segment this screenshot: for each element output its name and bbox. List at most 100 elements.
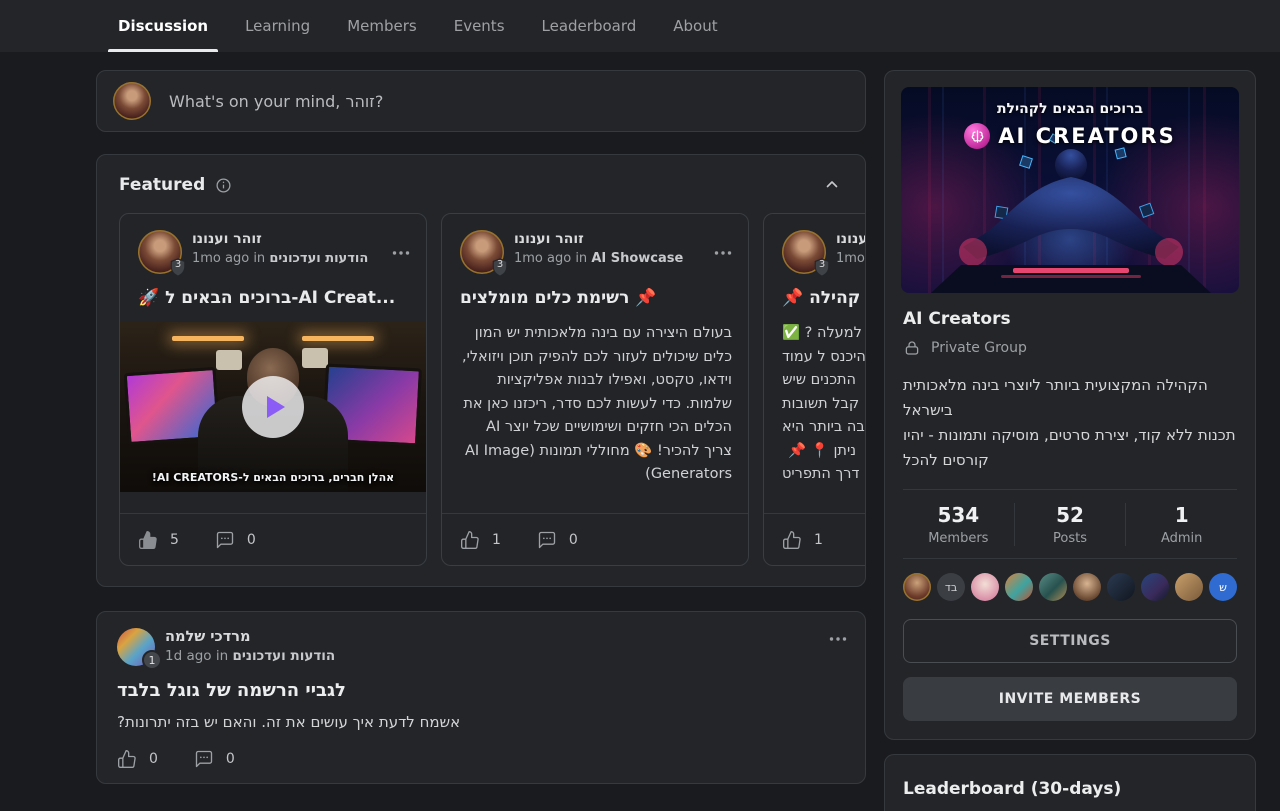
author-avatar[interactable]: 3	[460, 230, 504, 274]
post-body: אשמח לדעת איך עושים את זה. והאם יש בזה י…	[117, 713, 845, 731]
banner-welcome-text: ברוכים הבאים לקהילת	[901, 101, 1239, 117]
space-tab-bar: Discussion Learning Members Events Leade…	[0, 0, 1280, 52]
composer-prompt: What's on your mind, זוהר?	[169, 92, 383, 111]
author-name[interactable]: זוהר וענונו	[192, 230, 368, 249]
video-thumbnail[interactable]: אהלן חברים, ברוכים הבאים ל-AI CREATORS!	[120, 322, 426, 492]
comment-button[interactable]: 0	[215, 530, 256, 550]
stat-members[interactable]: 534 Members	[903, 503, 1014, 546]
chevron-up-icon[interactable]	[823, 176, 841, 194]
like-count: 1	[492, 532, 501, 548]
settings-button[interactable]: SETTINGS	[903, 619, 1237, 663]
post-snippet: בעולם היצירה עם בינה מלאכותית יש המון כל…	[458, 322, 732, 487]
member-avatar[interactable]	[1039, 573, 1067, 601]
tab-members[interactable]: Members	[345, 0, 419, 52]
like-button[interactable]: 1	[460, 530, 501, 550]
group-description: הקהילה המקצועית ביותר ליוצרי בינה מלאכות…	[903, 373, 1237, 473]
info-icon[interactable]	[215, 177, 232, 194]
featured-card-welcome: 3 זוהר וענונו 1mo ago in הודעות ועדכונים…	[119, 213, 427, 566]
post-meta: 1mo	[836, 249, 866, 268]
brain-logo-icon	[964, 123, 990, 149]
thumbs-up-icon	[782, 530, 802, 550]
level-badge: 3	[491, 258, 509, 277]
level-badge: 3	[169, 258, 187, 277]
post-meta: 1d ago in הודעות ועדכונים	[165, 647, 335, 666]
thumbs-up-icon	[138, 530, 158, 550]
comment-count: 0	[569, 532, 578, 548]
studio-light	[172, 336, 244, 341]
stat-posts[interactable]: 52 Posts	[1014, 503, 1126, 546]
current-user-avatar[interactable]	[113, 82, 151, 120]
like-count: 5	[170, 532, 179, 548]
tab-leaderboard[interactable]: Leaderboard	[540, 0, 639, 52]
member-avatar[interactable]	[1175, 573, 1203, 601]
author-name[interactable]: מרדכי שלמה	[165, 628, 335, 647]
post-menu-icon[interactable]	[714, 232, 732, 274]
like-button[interactable]: 5	[138, 530, 179, 550]
post-title[interactable]: 📌 רשימת כלים מומלצים	[460, 286, 730, 310]
comment-button[interactable]: 0	[194, 749, 235, 769]
level-badge: 3	[813, 258, 831, 277]
member-avatar[interactable]	[1073, 573, 1101, 601]
video-caption: אהלן חברים, ברוכים הבאים ל-AI CREATORS!	[120, 471, 426, 484]
banner-brand-text: AI CREATORS	[998, 124, 1175, 148]
featured-title: Featured	[119, 175, 205, 195]
speaker	[216, 350, 242, 370]
comment-button[interactable]: 0	[537, 530, 578, 550]
tab-events[interactable]: Events	[452, 0, 507, 52]
featured-carousel: 3 זוהר וענונו 1mo ago in הודעות ועדכונים…	[119, 213, 866, 566]
post-snippet: ✅ ? למעלה היכנס ל עמוד התכנים שיש קבל תש…	[782, 322, 856, 487]
post-menu-icon[interactable]	[829, 636, 847, 642]
post-meta: 1mo ago in הודעות ועדכונים	[192, 249, 368, 268]
member-avatars-row: בד ש	[903, 573, 1237, 601]
author-avatar[interactable]: 3	[782, 230, 826, 274]
like-button[interactable]: 0	[117, 749, 158, 769]
like-button[interactable]: 1	[782, 530, 823, 550]
feed-post: 1 מרדכי שלמה 1d ago in הודעות ועדכונים ל…	[96, 611, 866, 784]
group-info-card: ברוכים הבאים לקהילת AI CREATORS AI Creat…	[884, 70, 1256, 740]
author-avatar[interactable]: 1	[117, 628, 155, 666]
featured-section: Featured	[96, 154, 866, 587]
member-avatar[interactable]: בד	[937, 573, 965, 601]
member-avatar[interactable]	[1107, 573, 1135, 601]
member-avatar[interactable]	[903, 573, 931, 601]
group-stats: 534 Members 52 Posts 1 Admin	[903, 489, 1237, 559]
author-name[interactable]: זוהר וענונו	[514, 230, 683, 249]
comment-count: 0	[247, 532, 256, 548]
tab-discussion[interactable]: Discussion	[116, 0, 210, 52]
comment-icon	[194, 749, 214, 769]
post-menu-icon[interactable]	[392, 232, 410, 274]
post-composer[interactable]: What's on your mind, זוהר?	[96, 70, 866, 132]
space-link: AI Showcase	[591, 251, 683, 266]
group-cover-image[interactable]: ברוכים הבאים לקהילת AI CREATORS	[901, 87, 1239, 293]
author-avatar[interactable]: 3	[138, 230, 182, 274]
member-avatar[interactable]: ש	[1209, 573, 1237, 601]
play-icon[interactable]	[242, 376, 304, 438]
member-avatar[interactable]	[1141, 573, 1169, 601]
tab-learning[interactable]: Learning	[243, 0, 312, 52]
leaderboard-title: Leaderboard (30-days)	[903, 779, 1237, 799]
invite-members-button[interactable]: INVITE MEMBERS	[903, 677, 1237, 721]
comment-count: 0	[226, 751, 235, 767]
lock-icon	[903, 339, 921, 357]
post-title[interactable]: לגביי הרשמה של גוגל בלבד	[117, 680, 845, 701]
like-count: 0	[149, 751, 158, 767]
author-name[interactable]: זוהר וענונו	[836, 230, 866, 249]
stat-admin[interactable]: 1 Admin	[1125, 503, 1237, 546]
privacy-label: Private Group	[931, 340, 1027, 356]
like-count: 1	[814, 532, 823, 548]
post-title[interactable]: 📌 קהילה	[782, 286, 866, 310]
group-name: AI Creators	[903, 309, 1237, 329]
member-avatar[interactable]	[971, 573, 999, 601]
thumbs-up-icon	[117, 749, 137, 769]
member-avatar[interactable]	[1005, 573, 1033, 601]
post-meta: 1mo ago in AI Showcase	[514, 249, 683, 268]
thumbs-up-icon	[460, 530, 480, 550]
leaderboard-card: Leaderboard (30-days)	[884, 754, 1256, 811]
speaker	[302, 348, 328, 368]
tab-about[interactable]: About	[671, 0, 719, 52]
space-link: הודעות ועדכונים	[232, 648, 335, 664]
post-title[interactable]: 🚀 ברוכים הבאים ל-AI Creat...	[138, 286, 408, 310]
featured-card-tools: 3 זוהר וענונו 1mo ago in AI Showcase 📌 ר…	[441, 213, 749, 566]
featured-card-community: 3 זוהר וענונו 1mo 📌 קהילה ✅ ? למעלה היכנ…	[763, 213, 866, 566]
comment-icon	[215, 530, 235, 550]
